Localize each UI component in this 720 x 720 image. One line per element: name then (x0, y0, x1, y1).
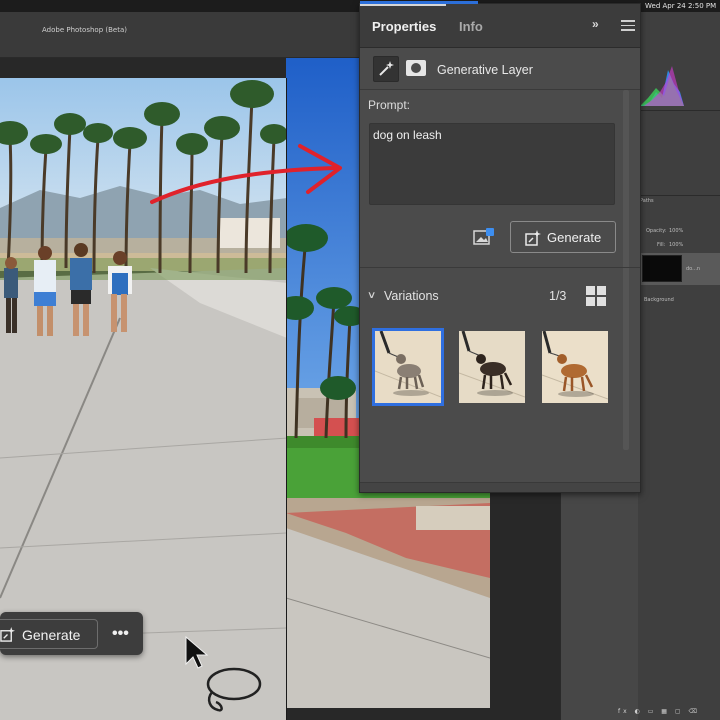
layer-type-label: Generative Layer (437, 63, 533, 77)
layer-thumbnail[interactable] (642, 255, 682, 282)
fill-value[interactable]: 100% (669, 242, 683, 248)
app-title: Adobe Photoshop (Beta) (42, 26, 127, 34)
background-layer-name[interactable]: Background (644, 297, 674, 303)
layer-panel-footer-icons[interactable]: fx ◐ ▭ ▦ ▢ ⌫ (618, 708, 700, 715)
more-options-icon[interactable]: ••• (112, 625, 129, 643)
section-divider (360, 267, 640, 268)
right-panel-strip (638, 12, 720, 720)
variation-thumbnail-1[interactable] (372, 328, 444, 406)
histogram-icon (640, 66, 684, 106)
active-tab-indicator (360, 4, 446, 6)
generate-icon (0, 627, 15, 642)
contextual-generate-button[interactable]: Generate (0, 619, 98, 649)
panel-scrollbar[interactable] (623, 90, 629, 450)
collapse-panels-icon[interactable]: » (592, 17, 608, 31)
generate-icon (525, 230, 541, 246)
variations-count: 1/3 (549, 289, 567, 303)
layer-type-header: Generative Layer (360, 48, 640, 90)
contextual-task-bar: Generate ••• (0, 612, 143, 655)
generative-layer-icon (373, 56, 399, 82)
grid-view-icon[interactable] (586, 286, 606, 306)
dock-separator (638, 110, 720, 111)
lasso-tool-icon (206, 667, 262, 712)
photoshop-window: Wed Apr 24 2:50 PM Adobe Photoshop (Beta… (0, 0, 720, 720)
panel-menu-icon[interactable] (621, 20, 635, 31)
variations-label[interactable]: Variations (384, 289, 439, 303)
variation-thumbnail-2[interactable] (459, 331, 525, 403)
opacity-value[interactable]: 100% (669, 228, 683, 234)
contextual-generate-label: Generate (22, 627, 81, 643)
paths-tab[interactable]: Paths (640, 198, 654, 204)
fill-label: Fill: (657, 242, 666, 248)
annotation-arrow (150, 144, 342, 204)
prompt-label: Prompt: (368, 98, 411, 112)
tab-properties[interactable]: Properties (372, 19, 436, 34)
chevron-down-icon[interactable]: ∨ (367, 290, 377, 301)
layer-name[interactable]: do...n (686, 266, 700, 272)
properties-panel: Properties Info » Generative Layer Promp (359, 1, 641, 493)
dock-separator (638, 195, 720, 196)
reference-image-icon[interactable] (473, 227, 495, 247)
generate-button[interactable]: Generate (510, 221, 616, 253)
panel-footer (360, 482, 640, 492)
tab-info[interactable]: Info (459, 19, 483, 34)
prompt-input-value: dog on leash (373, 128, 442, 142)
variation-thumbnail-3[interactable] (542, 331, 608, 403)
panel-tab-bar: Properties Info » (360, 4, 640, 48)
generate-button-label: Generate (547, 230, 602, 245)
system-clock: Wed Apr 24 2:50 PM (645, 2, 717, 10)
opacity-label: Opacity: (646, 228, 667, 234)
mask-icon (405, 59, 427, 77)
prompt-input[interactable]: dog on leash (369, 123, 615, 205)
